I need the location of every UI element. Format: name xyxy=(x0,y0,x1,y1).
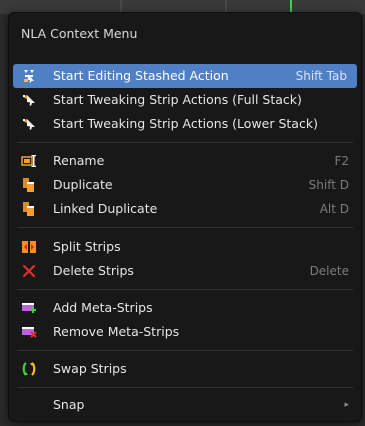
tweak-icon xyxy=(21,116,37,132)
menu-item-label: Add Meta-Strips xyxy=(53,300,153,315)
nla-context-menu: NLA Context Menu Start Editing Stashed A… xyxy=(8,12,362,422)
tweak-icon xyxy=(21,68,37,84)
shortcut-label: Delete xyxy=(309,264,349,278)
menu-item-label: Rename xyxy=(53,153,105,168)
menu-item-start-tweaking-lower-stack[interactable]: Start Tweaking Strip Actions (Lower Stac… xyxy=(9,112,361,136)
menu-item-label: Snap xyxy=(53,397,85,412)
split-icon xyxy=(21,239,37,255)
remove-meta-icon xyxy=(21,324,37,340)
menu-separator xyxy=(17,142,353,143)
menu-title: NLA Context Menu xyxy=(21,26,138,41)
menu-item-label: Start Tweaking Strip Actions (Full Stack… xyxy=(53,92,302,107)
menu-item-duplicate[interactable]: Duplicate Shift D xyxy=(9,173,361,197)
menu-item-split-strips[interactable]: Split Strips xyxy=(9,235,361,259)
shortcut-label: F2 xyxy=(334,154,349,168)
shortcut-label: Shift D xyxy=(308,178,349,192)
menu-item-rename[interactable]: Rename F2 xyxy=(9,149,361,173)
menu-separator xyxy=(17,289,353,290)
tweak-icon xyxy=(21,92,37,108)
menu-item-label: Linked Duplicate xyxy=(53,201,158,216)
duplicate-icon xyxy=(21,177,37,193)
shortcut-label: Shift Tab xyxy=(295,69,347,83)
menu-item-label: Start Tweaking Strip Actions (Lower Stac… xyxy=(53,116,318,131)
shortcut-label: Alt D xyxy=(319,202,349,216)
menu-item-start-tweaking-full-stack[interactable]: Start Tweaking Strip Actions (Full Stack… xyxy=(9,88,361,112)
add-meta-icon xyxy=(21,300,37,316)
menu-item-label: Start Editing Stashed Action xyxy=(53,68,229,83)
menu-item-delete-strips[interactable]: Delete Strips Delete xyxy=(9,259,361,283)
menu-item-label: Split Strips xyxy=(53,239,121,254)
menu-item-linked-duplicate[interactable]: Linked Duplicate Alt D xyxy=(9,197,361,221)
menu-item-remove-meta-strips[interactable]: Remove Meta-Strips xyxy=(9,320,361,344)
menu-separator xyxy=(17,350,353,351)
nla-editor-background: NLA Context Menu Start Editing Stashed A… xyxy=(0,0,365,426)
menu-item-swap-strips[interactable]: Swap Strips xyxy=(9,357,361,381)
menu-item-start-editing-stashed-action[interactable]: Start Editing Stashed Action Shift Tab xyxy=(13,64,357,88)
menu-separator xyxy=(17,387,353,388)
linked-duplicate-icon xyxy=(21,201,37,217)
menu-item-label: Remove Meta-Strips xyxy=(53,324,180,339)
menu-item-label: Duplicate xyxy=(53,177,113,192)
rename-icon xyxy=(21,153,37,169)
delete-icon xyxy=(21,263,37,279)
menu-item-label: Delete Strips xyxy=(53,263,134,278)
menu-item-snap[interactable]: Snap ▸ xyxy=(9,393,361,417)
menu-item-add-meta-strips[interactable]: Add Meta-Strips xyxy=(9,296,361,320)
swap-icon xyxy=(21,361,37,377)
submenu-arrow-icon: ▸ xyxy=(344,400,349,410)
menu-item-label: Swap Strips xyxy=(53,361,127,376)
menu-separator xyxy=(17,227,353,228)
